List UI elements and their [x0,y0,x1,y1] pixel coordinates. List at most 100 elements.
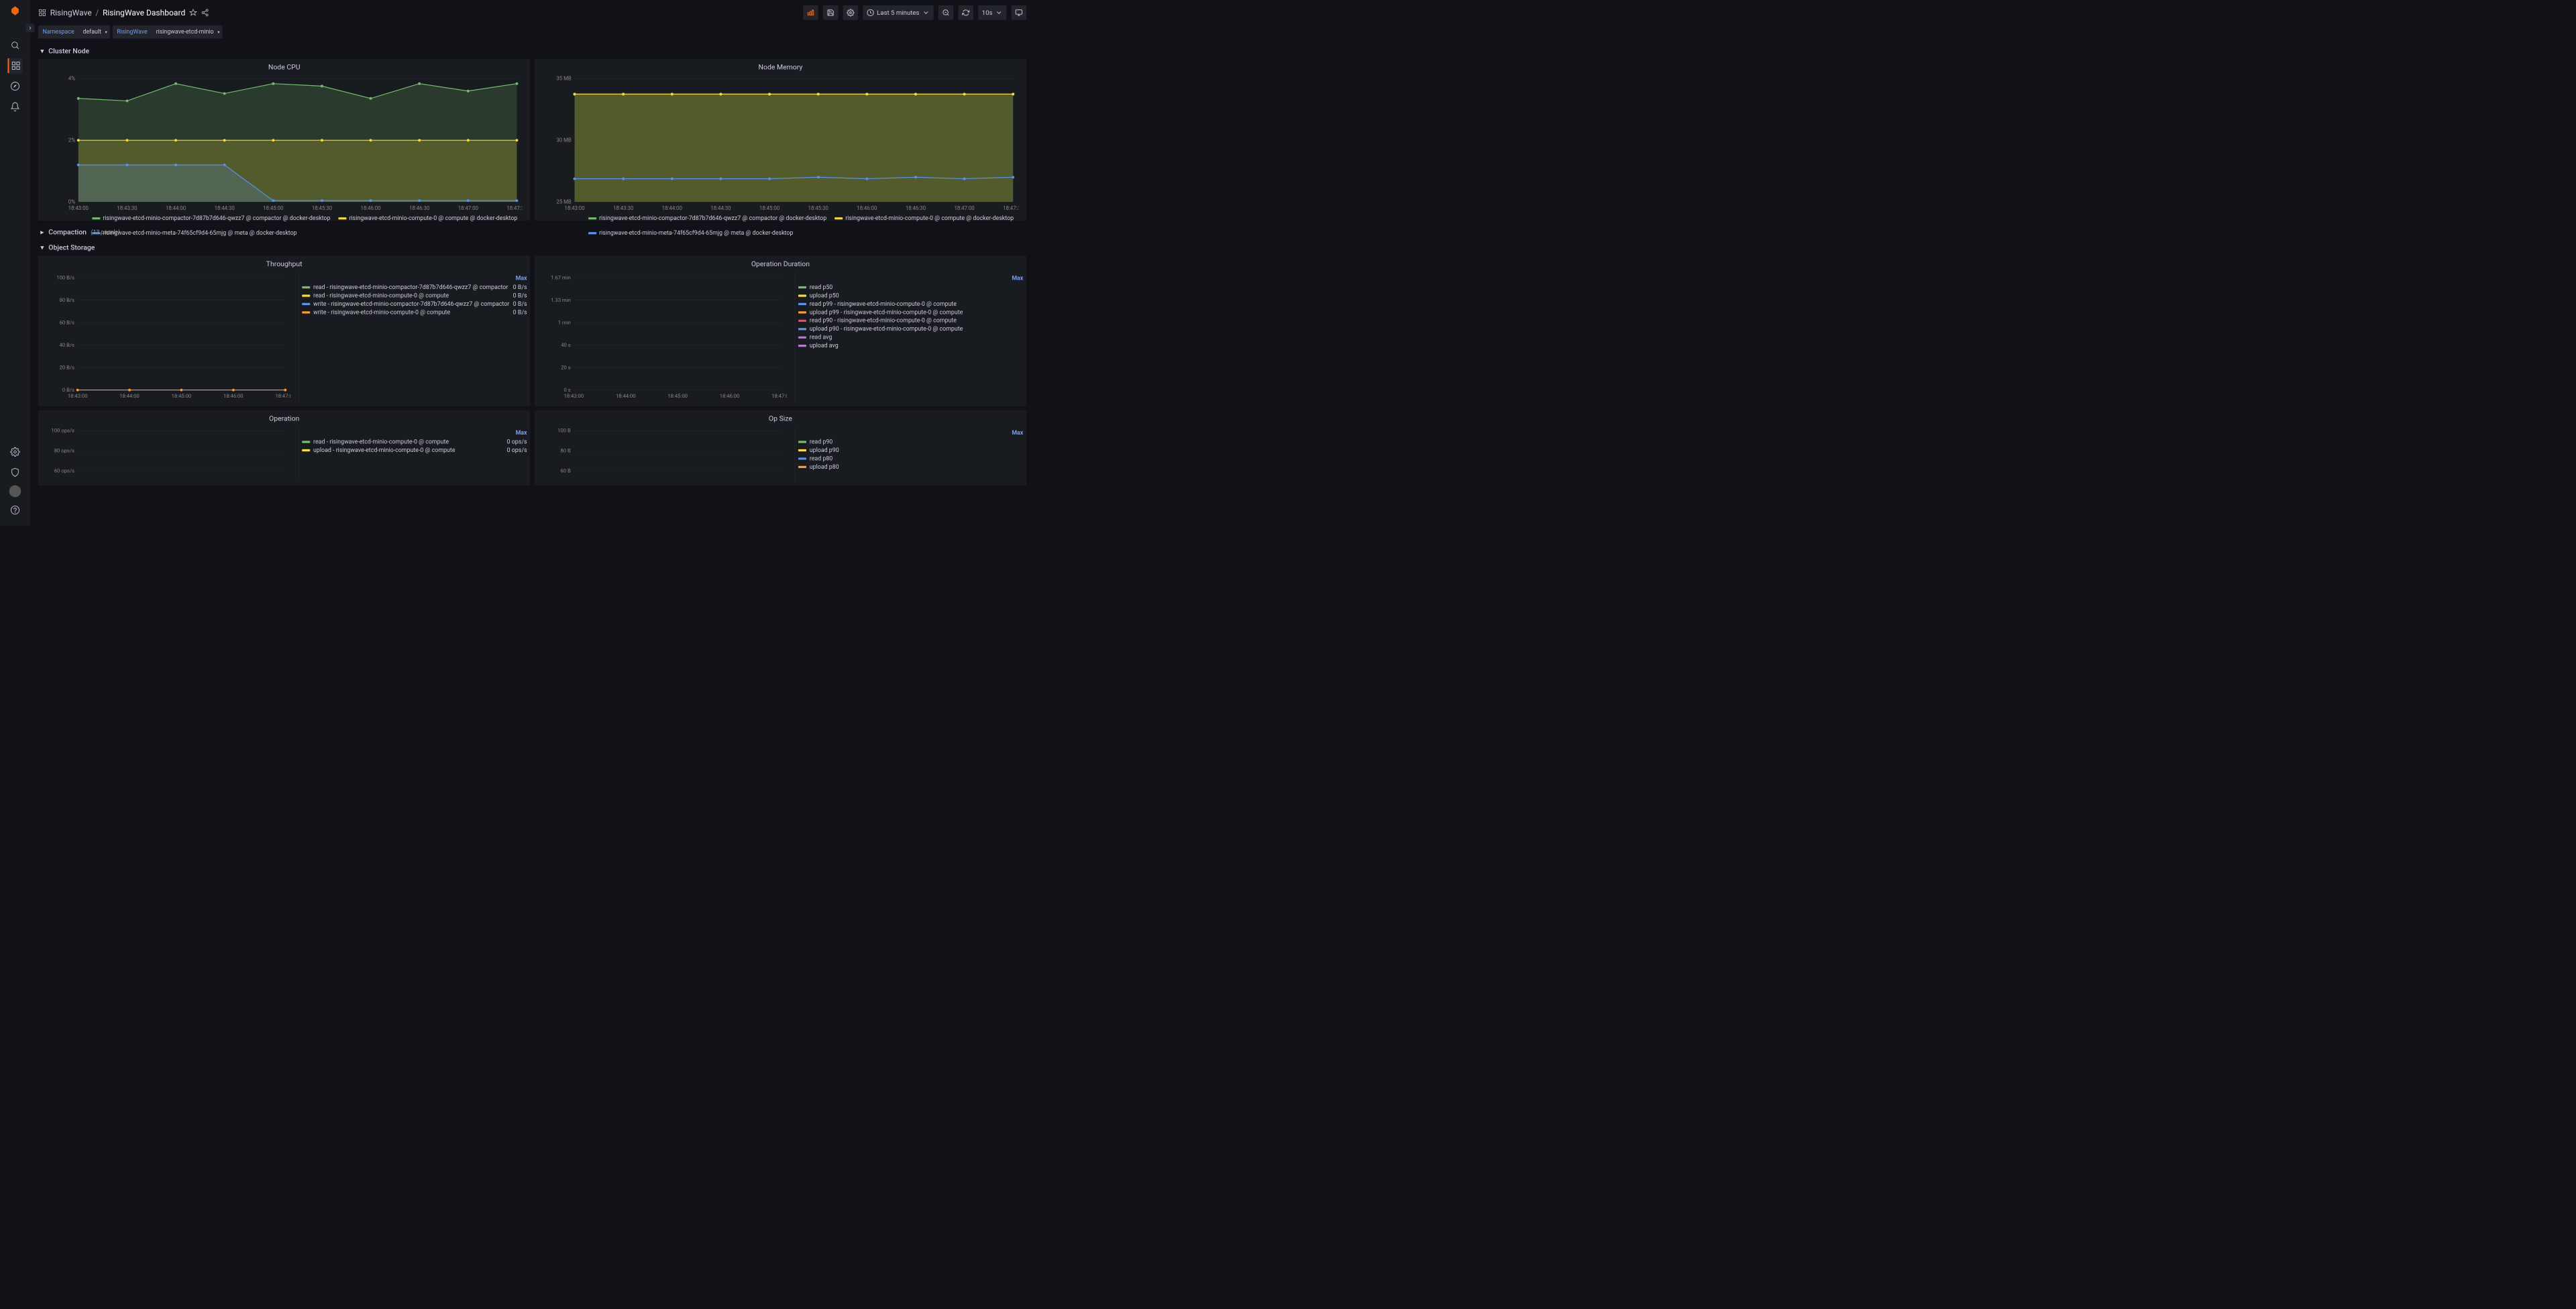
chevron-down-icon: ▾ [40,47,46,55]
legend: Maxread p90upload p90read p80upload p80 [795,427,1026,483]
row-title: Compaction [48,228,87,236]
legend-item[interactable]: risingwave-etcd-minio-meta-74f65cf9d4-65… [588,230,793,237]
svg-text:1 min: 1 min [558,319,571,325]
legend-item[interactable]: risingwave-etcd-minio-meta-74f65cf9d4-65… [92,230,297,237]
svg-text:18:46:00: 18:46:00 [857,205,877,211]
alert-icon[interactable] [7,99,22,114]
svg-text:18:43:30: 18:43:30 [117,205,137,211]
panel-node-memory[interactable]: Node Memory 25 MB30 MB35 MB18:43:0018:43… [535,59,1026,221]
explore-icon[interactable] [7,78,22,93]
svg-text:100 ops/s: 100 ops/s [51,427,74,433]
filter-namespace-value[interactable]: default [78,25,110,39]
legend-item[interactable]: upload - risingwave-etcd-minio-compute-0… [302,447,527,453]
sidebar [0,0,30,526]
settings-button[interactable] [843,5,857,20]
legend-item[interactable]: upload p90 [798,447,1023,453]
grafana-logo[interactable] [7,3,22,18]
svg-text:30 MB: 30 MB [556,137,572,144]
admin-icon[interactable] [7,465,22,479]
legend-item[interactable]: risingwave-etcd-minio-compute-0 @ comput… [835,215,1014,222]
save-dashboard-button[interactable] [823,5,838,20]
legend-item[interactable]: risingwave-etcd-minio-compute-0 @ comput… [338,215,517,222]
svg-text:18:46:00: 18:46:00 [360,205,380,211]
legend-item[interactable]: upload p80 [798,463,1023,470]
filter-bar: Namespace default RisingWave risingwave-… [30,25,1034,44]
zoom-out-button[interactable] [938,5,953,20]
svg-text:18:44:00: 18:44:00 [662,205,682,211]
breadcrumb-folder[interactable]: RisingWave [50,8,92,17]
legend-item[interactable]: read p90 [798,439,1023,445]
svg-text:20 s: 20 s [561,364,571,370]
panel-operation[interactable]: Operation 60 ops/s80 ops/s100 ops/s Maxr… [38,410,530,486]
row-object-storage[interactable]: ▾ Object Storage [38,240,1026,255]
panel-operation-duration[interactable]: Operation Duration 0 s20 s40 s1 min1.33 … [535,255,1026,406]
svg-text:60 B: 60 B [560,467,571,473]
svg-text:18:45:00: 18:45:00 [263,205,283,211]
legend: Maxread p50upload p50read p99 - risingwa… [795,272,1026,403]
svg-text:4%: 4% [68,76,75,82]
dashboard-icon [38,9,46,17]
legend-item[interactable]: read - risingwave-etcd-minio-compute-0 @… [302,292,527,299]
panel-throughput[interactable]: Throughput 0 B/s20 B/s40 B/s60 B/s80 B/s… [38,255,530,406]
svg-text:18:46:30: 18:46:30 [906,205,926,211]
filter-risingwave-value[interactable]: risingwave-etcd-minio [152,25,222,39]
star-icon[interactable] [189,9,197,17]
legend-item[interactable]: read p99 - risingwave-etcd-minio-compute… [798,300,1023,307]
row-cluster-node[interactable]: ▾ Cluster Node [38,44,1026,59]
panel-title: Throughput [38,255,530,272]
svg-text:18:47:00: 18:47:00 [458,205,478,211]
svg-text:0 s: 0 s [564,387,571,393]
refresh-interval-label: 10s [982,9,993,16]
share-icon[interactable] [201,9,209,17]
panel-title: Node Memory [535,59,1026,76]
legend-item[interactable]: risingwave-etcd-minio-compactor-7d87b7d6… [92,215,330,222]
legend-item[interactable]: risingwave-etcd-minio-compactor-7d87b7d6… [588,215,826,222]
svg-text:2%: 2% [68,137,75,144]
config-icon[interactable] [7,445,22,459]
refresh-interval-picker[interactable]: 10s [978,5,1006,20]
legend-item[interactable]: read avg [798,334,1023,341]
svg-text:18:46:00: 18:46:00 [720,393,740,399]
dashboards-icon[interactable] [7,58,22,73]
svg-text:80 B: 80 B [560,447,571,453]
search-icon[interactable] [7,38,22,52]
page-title[interactable]: RisingWave Dashboard [103,8,185,17]
legend-item[interactable]: read - risingwave-etcd-minio-compute-0 @… [302,439,527,445]
time-range-picker[interactable]: Last 5 minutes [863,5,933,20]
legend-item[interactable]: upload avg [798,342,1023,349]
svg-text:18:47:30: 18:47:30 [506,205,522,211]
legend-item[interactable]: read - risingwave-etcd-minio-compactor-7… [302,284,527,290]
svg-text:18:45:00: 18:45:00 [172,393,192,399]
tv-mode-button[interactable] [1012,5,1026,20]
row-title: Cluster Node [48,47,89,55]
legend-item[interactable]: read p90 - risingwave-etcd-minio-compute… [798,317,1023,324]
add-panel-button[interactable] [803,5,818,20]
time-range-label: Last 5 minutes [877,9,919,16]
panel-op-size[interactable]: Op Size 60 B80 B100 B Maxread p90upload … [535,410,1026,486]
panel-node-cpu[interactable]: Node CPU 0%2%4%18:43:0018:43:3018:44:001… [38,59,530,221]
legend-item[interactable]: read p80 [798,455,1023,462]
legend: Maxread - risingwave-etcd-minio-compute-… [299,427,530,483]
panel-title: Operation Duration [535,255,1026,272]
svg-text:18:43:00: 18:43:00 [564,393,584,399]
svg-text:18:45:30: 18:45:30 [808,205,828,211]
legend-item[interactable]: write - risingwave-etcd-minio-compactor-… [302,300,527,307]
refresh-button[interactable] [958,5,973,20]
svg-text:18:45:00: 18:45:00 [759,205,780,211]
help-icon[interactable] [7,502,22,517]
row-title: Object Storage [48,243,95,251]
svg-text:18:43:00: 18:43:00 [564,205,584,211]
svg-text:18:44:00: 18:44:00 [119,393,140,399]
breadcrumb: RisingWave / RisingWave Dashboard [38,8,209,17]
svg-text:1.67 min: 1.67 min [551,274,571,280]
svg-text:0 B/s: 0 B/s [62,387,74,393]
legend-item[interactable]: read p50 [798,284,1023,290]
legend-item[interactable]: upload p50 [798,292,1023,299]
legend-item[interactable]: write - risingwave-etcd-minio-compute-0 … [302,309,527,316]
legend-item[interactable]: upload p99 - risingwave-etcd-minio-compu… [798,309,1023,316]
sidebar-expand-button[interactable] [26,23,35,32]
svg-text:18:43:30: 18:43:30 [613,205,633,211]
panel-title: Node CPU [38,59,530,76]
legend-item[interactable]: upload p90 - risingwave-etcd-minio-compu… [798,326,1023,333]
avatar[interactable] [9,486,21,498]
